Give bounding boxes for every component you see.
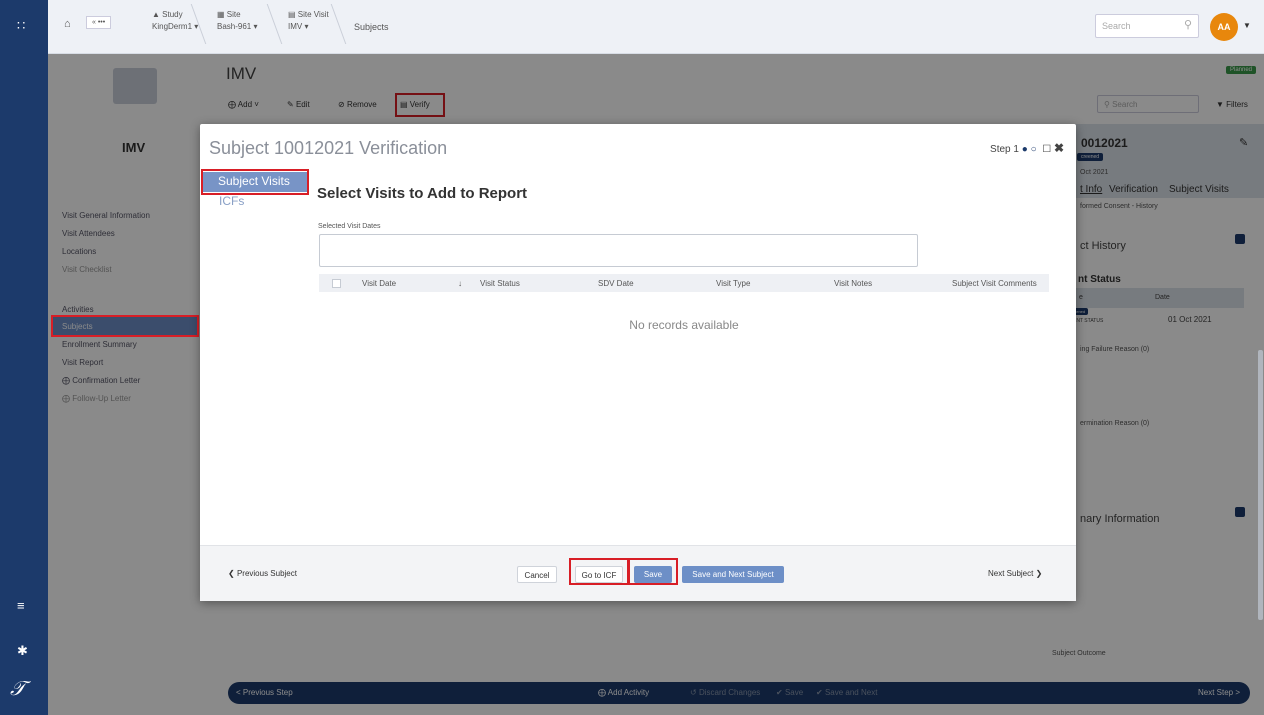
app-rail: ∷ ≡ ✱ 𝒯 bbox=[0, 0, 48, 715]
go-to-icf-highlight bbox=[569, 558, 629, 585]
modal-side-nav: Subject Visits ICFs bbox=[200, 168, 309, 545]
next-subject-label: Next Subject bbox=[988, 569, 1034, 578]
subject-visits-highlight bbox=[201, 169, 309, 195]
search-icon: ⚲ bbox=[1183, 19, 1192, 31]
logo-icon: 𝒯 bbox=[10, 676, 26, 700]
breadcrumb-site-value: Bash-961 ▾ bbox=[217, 22, 258, 31]
top-bar: ⌂ « ••• ▲ Study KingDerm1 ▾ ▦ Site Bash-96… bbox=[48, 0, 1264, 54]
close-icon[interactable]: ✖ bbox=[1054, 141, 1064, 155]
site-icon: ▦ bbox=[217, 10, 227, 19]
save-highlight bbox=[628, 558, 678, 585]
list-icon[interactable]: ≡ bbox=[17, 598, 25, 613]
breadcrumb-site[interactable]: ▦ Site Bash-961 ▾ bbox=[217, 10, 257, 31]
verification-modal: Subject 10012021 Verification Step 1 ● ○… bbox=[200, 124, 1076, 601]
breadcrumb-study-value: KingDerm1 ▾ bbox=[152, 22, 199, 31]
global-search-input[interactable]: Search ⚲ bbox=[1095, 14, 1199, 38]
empty-state: No records available bbox=[629, 318, 739, 332]
chevron-left-icon: ❮ bbox=[228, 569, 237, 578]
col-subject-visit-comments[interactable]: Subject Visit Comments bbox=[952, 279, 1037, 288]
step-dot-empty-icon: ○ bbox=[1030, 144, 1037, 155]
selected-visit-dates-label: Selected Visit Dates bbox=[318, 223, 381, 230]
breadcrumb-site-visit-value: IMV ▾ bbox=[288, 22, 309, 31]
site-visit-icon: ▤ bbox=[288, 10, 298, 19]
save-and-next-subject-button[interactable]: Save and Next Subject bbox=[682, 566, 784, 583]
col-visit-status[interactable]: Visit Status bbox=[480, 279, 520, 288]
global-search-placeholder: Search bbox=[1102, 21, 1131, 31]
visits-table-header bbox=[319, 274, 1049, 292]
home-icon[interactable]: ⌂ bbox=[64, 18, 71, 30]
previous-subject-button[interactable]: ❮ Previous Subject bbox=[228, 569, 297, 578]
col-visit-date[interactable]: Visit Date bbox=[362, 279, 396, 288]
study-icon: ▲ bbox=[152, 10, 163, 19]
apps-grid-icon[interactable]: ∷ bbox=[17, 18, 25, 34]
step-label: Step 1 bbox=[990, 144, 1019, 155]
select-all-checkbox[interactable] bbox=[332, 279, 341, 288]
col-visit-type[interactable]: Visit Type bbox=[716, 279, 750, 288]
chevron-right-icon: ❯ bbox=[1033, 569, 1043, 578]
col-visit-notes[interactable]: Visit Notes bbox=[834, 279, 872, 288]
step-indicator: Step 1 ● ○ ☐ ✖ bbox=[990, 141, 1064, 155]
tab-icfs[interactable]: ICFs bbox=[219, 194, 244, 208]
subjects-highlight bbox=[51, 315, 199, 337]
breadcrumb-site-visit-label: Site Visit bbox=[297, 10, 329, 19]
modal-main: Select Visits to Add to Report Selected … bbox=[309, 168, 1076, 545]
col-sdv-date[interactable]: SDV Date bbox=[598, 279, 634, 288]
cancel-button[interactable]: Cancel bbox=[517, 566, 557, 583]
breadcrumb-site-visit[interactable]: ▤ Site Visit IMV ▾ bbox=[288, 10, 329, 31]
gear-icon[interactable]: ✱ bbox=[17, 643, 28, 659]
modal-title: Subject 10012021 Verification bbox=[209, 138, 448, 158]
previous-subject-label: Previous Subject bbox=[236, 569, 297, 578]
chevron-down-icon[interactable]: ▼ bbox=[1243, 21, 1251, 30]
breadcrumb-study-label: Study bbox=[162, 10, 183, 19]
step-dot-filled-icon: ● bbox=[1021, 144, 1028, 155]
avatar[interactable]: AA bbox=[1210, 13, 1238, 41]
sort-icon[interactable]: ↓ bbox=[458, 279, 462, 288]
breadcrumb-site-label: Site bbox=[226, 10, 241, 19]
page-scrollbar[interactable] bbox=[1258, 350, 1263, 620]
maximize-icon[interactable]: ☐ bbox=[1042, 144, 1051, 155]
next-subject-button[interactable]: Next Subject ❯ bbox=[988, 569, 1042, 578]
selected-visit-dates-field[interactable] bbox=[319, 234, 918, 267]
breadcrumb-current: Subjects bbox=[354, 22, 389, 32]
back-button[interactable]: « ••• bbox=[86, 16, 112, 29]
modal-heading: Select Visits to Add to Report bbox=[317, 185, 528, 202]
breadcrumb-study[interactable]: ▲ Study KingDerm1 ▾ bbox=[152, 10, 198, 31]
